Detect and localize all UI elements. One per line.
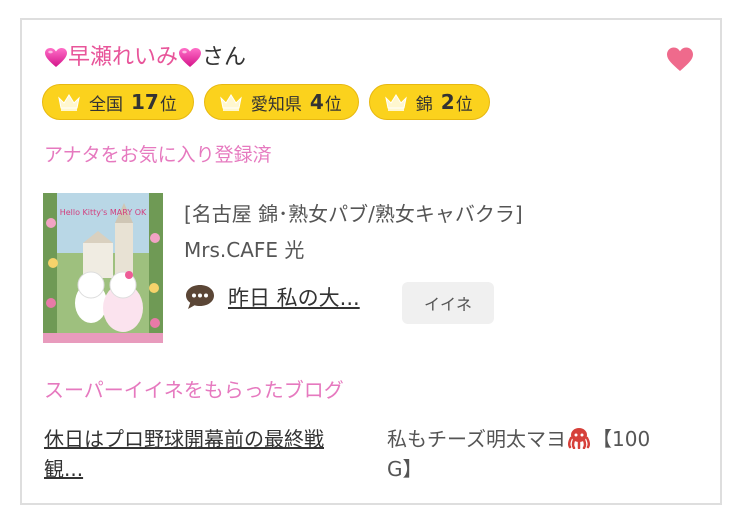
message-link[interactable]: 昨日 私の大...	[228, 282, 360, 312]
profile-name-suffix: さん	[202, 45, 247, 70]
rank-unit: 位	[159, 94, 177, 115]
rank-label: 愛知県	[250, 94, 302, 115]
crown-icon	[384, 94, 407, 111]
pink-heart-icon	[179, 48, 202, 67]
rank-badge-prefecture[interactable]: 愛知県 4 位	[203, 84, 359, 120]
rank-label: 全国	[89, 94, 123, 115]
octopus-icon	[567, 428, 591, 449]
rank-number: 17	[131, 90, 159, 114]
iine-button[interactable]: イイネ	[402, 282, 494, 324]
message-row: 昨日 私の大...	[184, 282, 360, 312]
blog-title-line1: 休日はプロ野球開幕前の最終戦	[44, 427, 324, 451]
thumbnail-image: Hello Kitty's MARY OK	[43, 193, 163, 343]
rank-unit: 位	[455, 94, 473, 115]
rank-number: 2	[440, 90, 455, 114]
blog-desc-part2: 【100	[592, 427, 651, 451]
rank-badge-national[interactable]: 全国 17 位	[42, 84, 194, 120]
rank-label: 錦	[415, 94, 433, 115]
blog-section-heading: スーパーイイネをもらったブログ	[44, 378, 344, 402]
blog-desc-line2: G】	[387, 457, 423, 481]
rank-badge-area[interactable]: 錦 2 位	[368, 84, 490, 120]
favorite-status-text: アナタをお気に入り登録済	[44, 144, 272, 166]
heart-icon[interactable]	[666, 46, 694, 72]
blog-title-link[interactable]: 休日はプロ野球開幕前の最終戦 観...	[44, 424, 379, 484]
shop-category: [名古屋 錦･熟女パブ/熟女キャバクラ]	[184, 202, 523, 226]
crown-icon	[58, 94, 80, 111]
shop-name[interactable]: Mrs.CAFE 光	[184, 234, 304, 263]
ranking-badges: 全国 17 位 愛知県 4 位 錦 2 位	[42, 84, 490, 120]
profile-card: 早瀬れいみ さん 全国 17 位 愛知県 4 位 錦 2 位 アナタをお気に入り…	[20, 18, 722, 505]
blog-description: 私もチーズ明太マヨ 【100 G】	[387, 424, 702, 484]
pink-heart-icon	[45, 48, 67, 67]
blog-desc-part1: 私もチーズ明太マヨ	[387, 427, 566, 451]
rank-unit: 位	[324, 94, 342, 115]
rank-number: 4	[309, 90, 324, 114]
speech-bubble-icon	[186, 285, 214, 309]
profile-name[interactable]: 早瀬れいみ さん	[44, 44, 246, 72]
shop-thumbnail[interactable]: Hello Kitty's MARY OK	[43, 193, 163, 343]
crown-icon	[220, 94, 242, 111]
profile-name-text: 早瀬れいみ	[68, 45, 179, 70]
blog-title-line2: 観...	[44, 457, 84, 481]
svg-text:Hello Kitty's MARY OK: Hello Kitty's MARY OK	[60, 208, 147, 217]
